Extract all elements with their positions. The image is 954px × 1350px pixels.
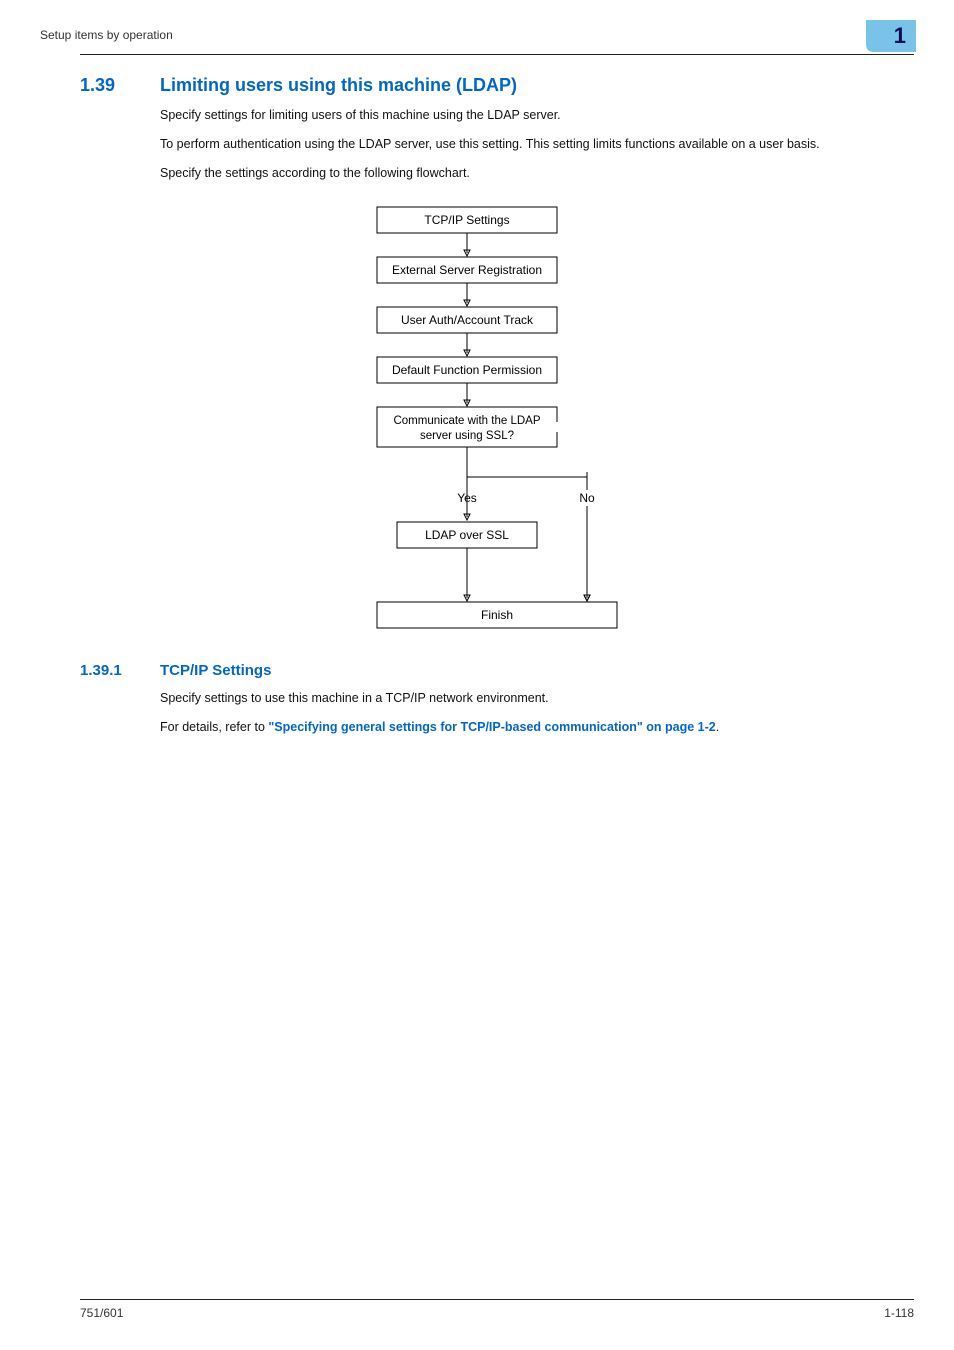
- page-content: 1.39 Limiting users using this machine (…: [0, 55, 954, 737]
- flow-box-tcpip: TCP/IP Settings: [424, 213, 509, 227]
- cross-reference-link[interactable]: "Specifying general settings for TCP/IP-…: [268, 720, 715, 734]
- subsection-paragraph-2: For details, refer to "Specifying genera…: [160, 718, 914, 737]
- flow-box-ssl-question-l1: Communicate with the LDAP: [393, 415, 540, 427]
- flow-box-ldap-ssl: LDAP over SSL: [425, 528, 509, 542]
- flow-box-default-permission: Default Function Permission: [392, 363, 542, 377]
- flowchart: TCP/IP Settings External Server Registra…: [317, 202, 677, 632]
- flow-label-yes: Yes: [457, 491, 477, 505]
- section-title: Limiting users using this machine (LDAP): [160, 75, 517, 96]
- section-header: 1.39 Limiting users using this machine (…: [80, 75, 914, 96]
- p2-suffix: .: [716, 720, 719, 734]
- page-footer: 751/601 1-118: [80, 1299, 914, 1320]
- footer-left: 751/601: [80, 1306, 123, 1320]
- page-indicator: 1: [894, 23, 906, 49]
- page-number-badge: 1: [866, 20, 914, 50]
- section-paragraph-3: Specify the settings according to the fo…: [160, 164, 914, 183]
- p2-prefix: For details, refer to: [160, 720, 268, 734]
- section-paragraph-2: To perform authentication using the LDAP…: [160, 135, 914, 154]
- section-number: 1.39: [80, 75, 160, 96]
- flow-box-finish: Finish: [481, 608, 513, 622]
- header-breadcrumb: Setup items by operation: [40, 28, 183, 42]
- subsection-header: 1.39.1 TCP/IP Settings: [80, 662, 914, 679]
- section-paragraph-1: Specify settings for limiting users of t…: [160, 106, 914, 125]
- page-header: Setup items by operation 1: [0, 20, 954, 50]
- flow-box-external-server: External Server Registration: [392, 263, 542, 277]
- subsection-number: 1.39.1: [80, 662, 160, 679]
- flow-box-ssl-question-l2: server using SSL?: [420, 430, 514, 442]
- svg-text:No: No: [579, 491, 595, 505]
- footer-right: 1-118: [884, 1306, 914, 1320]
- subsection-title: TCP/IP Settings: [160, 662, 271, 679]
- subsection-paragraph-1: Specify settings to use this machine in …: [160, 689, 914, 708]
- flow-box-user-auth: User Auth/Account Track: [401, 313, 534, 327]
